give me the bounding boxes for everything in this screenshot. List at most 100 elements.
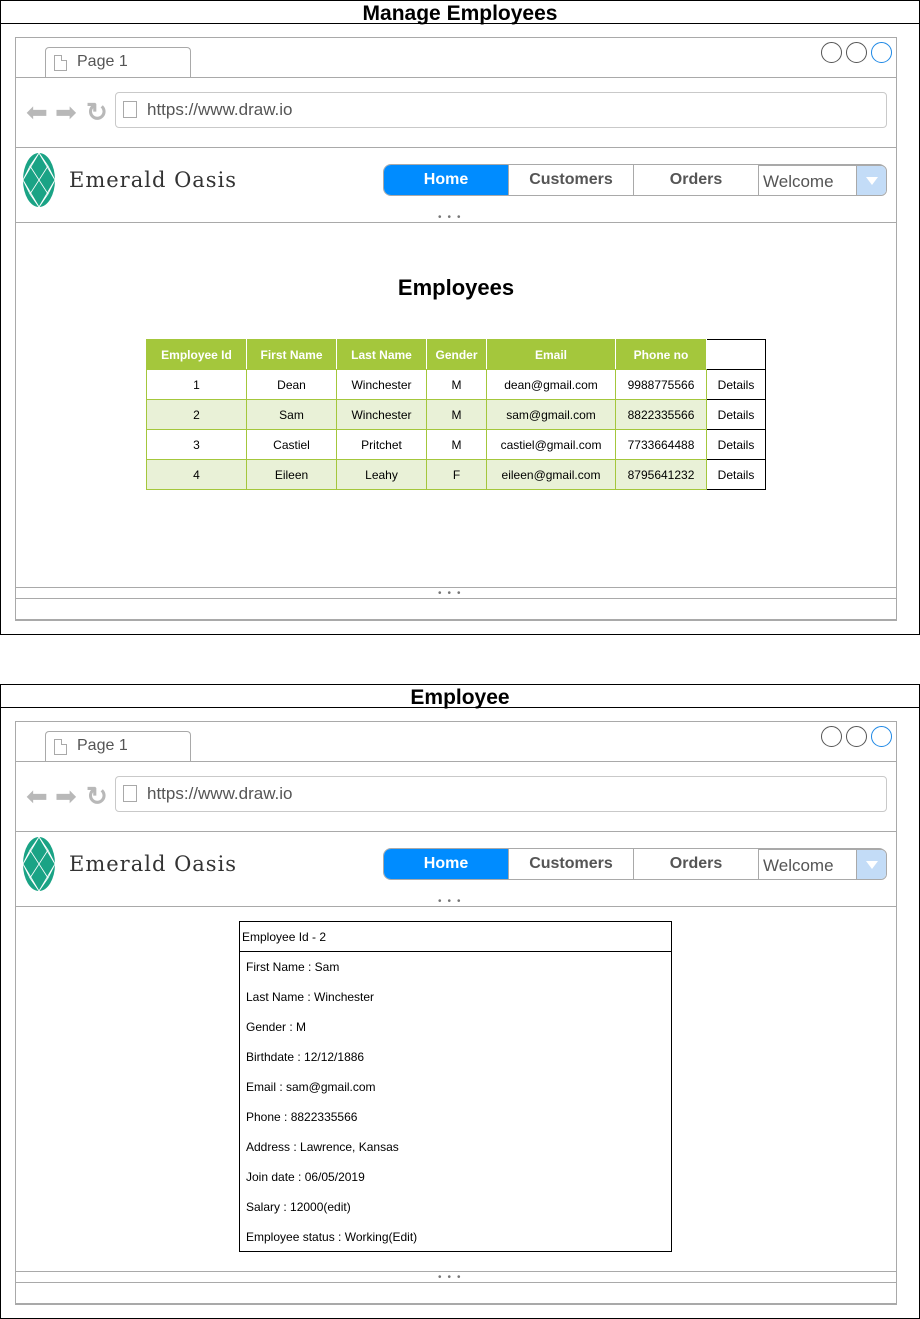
tab-label: Page 1 [77, 737, 128, 754]
table-cell: eileen@gmail.com [486, 459, 616, 490]
status-bar [15, 1282, 897, 1304]
phone-field: Phone : 8822335566 [246, 1110, 358, 1124]
nav-orders[interactable]: Orders [634, 849, 759, 879]
table-cell: Sam [246, 399, 337, 430]
chevron-down-icon[interactable] [856, 166, 886, 195]
gender-field: Gender : M [246, 1020, 307, 1034]
table-row: 3 Castiel Pritchet M castiel@gmail.com 7… [146, 429, 766, 460]
actions-header [706, 339, 766, 370]
table-cell: Winchester [336, 369, 427, 400]
column-header: Phone no [615, 339, 707, 370]
table-cell: 8795641232 [615, 459, 707, 490]
frame-title: Manage Employees [1, 1, 919, 25]
page-icon [54, 55, 67, 71]
resize-handle-icon[interactable]: ••• [438, 589, 467, 599]
table-cell: Dean [246, 369, 337, 400]
employee-id-header: Employee Id - 2 [240, 922, 671, 952]
table-cell: Leahy [336, 459, 427, 490]
last-name-field: Last Name : Winchester [246, 990, 375, 1004]
details-button[interactable]: Details [706, 459, 766, 490]
table-row: 1 Dean Winchester M dean@gmail.com 99887… [146, 369, 766, 400]
column-header: Email [486, 339, 616, 370]
first-name-field: First Name : Sam [246, 960, 340, 974]
status-bar [15, 598, 897, 620]
back-arrow-icon[interactable]: ⬅ [26, 783, 48, 809]
welcome-dropdown[interactable]: Welcome [758, 849, 887, 880]
toolbar-divider [16, 831, 896, 832]
column-header: Gender [426, 339, 487, 370]
page-icon [123, 101, 137, 118]
address-field: Address : Lawrence, Kansas [246, 1140, 399, 1154]
url-text: https://www.draw.io [147, 784, 293, 803]
table-cell: 1 [146, 369, 247, 400]
employee-detail-frame: Employee Page 1 ⬅ ➡ ↻ https://www.draw.i… [0, 684, 920, 1319]
table-cell: sam@gmail.com [486, 399, 616, 430]
tabbar-divider [16, 77, 896, 78]
address-bar[interactable]: https://www.draw.io [115, 776, 887, 812]
maximize-icon[interactable] [846, 726, 867, 747]
page-icon [123, 785, 137, 802]
browser-tab[interactable]: Page 1 [45, 731, 191, 762]
table-cell: 4 [146, 459, 247, 490]
close-icon[interactable] [871, 42, 892, 63]
brand-name: Emerald Oasis [69, 852, 238, 876]
resize-handle-icon[interactable]: ••• [438, 213, 467, 223]
nav-home[interactable]: Home [384, 165, 509, 195]
birthdate-field: Birthdate : 12/12/1886 [246, 1050, 365, 1064]
maximize-icon[interactable] [846, 42, 867, 63]
resize-handle-icon[interactable]: ••• [438, 1273, 467, 1283]
page-content: Employee Id - 2 First Name : Sam Last Na… [15, 906, 897, 1272]
frame-title: Employee [1, 685, 919, 709]
forward-arrow-icon[interactable]: ➡ [55, 99, 77, 125]
tabbar-divider [16, 761, 896, 762]
welcome-label: Welcome [763, 172, 834, 191]
back-arrow-icon[interactable]: ⬅ [26, 99, 48, 125]
page-title: Employees [397, 275, 515, 300]
nav-orders[interactable]: Orders [634, 165, 759, 195]
minimize-icon[interactable] [821, 726, 842, 747]
nav-customers[interactable]: Customers [509, 165, 634, 195]
close-icon[interactable] [871, 726, 892, 747]
table-cell: Winchester [336, 399, 427, 430]
column-header: Employee Id [146, 339, 247, 370]
welcome-label: Welcome [763, 856, 834, 875]
table-cell: dean@gmail.com [486, 369, 616, 400]
url-text: https://www.draw.io [147, 100, 293, 119]
toolbar-divider [16, 147, 896, 148]
column-header: Last Name [336, 339, 427, 370]
details-button[interactable]: Details [706, 369, 766, 400]
browser-tab[interactable]: Page 1 [45, 47, 191, 78]
chevron-down-icon[interactable] [856, 850, 886, 879]
salary-edit-link[interactable]: Salary : 12000(edit) [240, 1192, 671, 1222]
details-button[interactable]: Details [706, 399, 766, 430]
employees-table: Employee Id First Name Last Name Gender … [146, 339, 766, 490]
minimize-icon[interactable] [821, 42, 842, 63]
nav-customers[interactable]: Customers [509, 849, 634, 879]
resize-handle-icon[interactable]: ••• [438, 897, 467, 907]
table-header-row: Employee Id First Name Last Name Gender … [146, 339, 766, 370]
table-cell: 3 [146, 429, 247, 460]
page-icon [54, 739, 67, 755]
table-cell: F [426, 459, 487, 490]
join-date-field: Join date : 06/05/2019 [246, 1170, 365, 1184]
table-cell: 7733664488 [615, 429, 707, 460]
reload-icon[interactable]: ↻ [86, 783, 108, 809]
details-button[interactable]: Details [706, 429, 766, 460]
forward-arrow-icon[interactable]: ➡ [55, 783, 77, 809]
browser-window: Page 1 ⬅ ➡ ↻ https://www.draw.io Emerald… [15, 721, 897, 1305]
welcome-dropdown[interactable]: Welcome [758, 165, 887, 196]
table-cell: Eileen [246, 459, 337, 490]
nav-home[interactable]: Home [384, 849, 509, 879]
table-cell: Castiel [246, 429, 337, 460]
browser-window: Page 1 ⬅ ➡ ↻ https://www.draw.io Emerald… [15, 37, 897, 621]
table-cell: M [426, 369, 487, 400]
address-bar[interactable]: https://www.draw.io [115, 92, 887, 128]
emerald-logo-icon [22, 152, 56, 208]
page-content: Employees Employee Id First Name Last Na… [15, 222, 897, 588]
email-field: Email : sam@gmail.com [246, 1080, 376, 1094]
status-edit-link[interactable]: Employee status : Working(Edit) [240, 1222, 671, 1252]
emerald-logo-icon [22, 836, 56, 892]
table-cell: M [426, 429, 487, 460]
table-cell: 2 [146, 399, 247, 430]
reload-icon[interactable]: ↻ [86, 99, 108, 125]
